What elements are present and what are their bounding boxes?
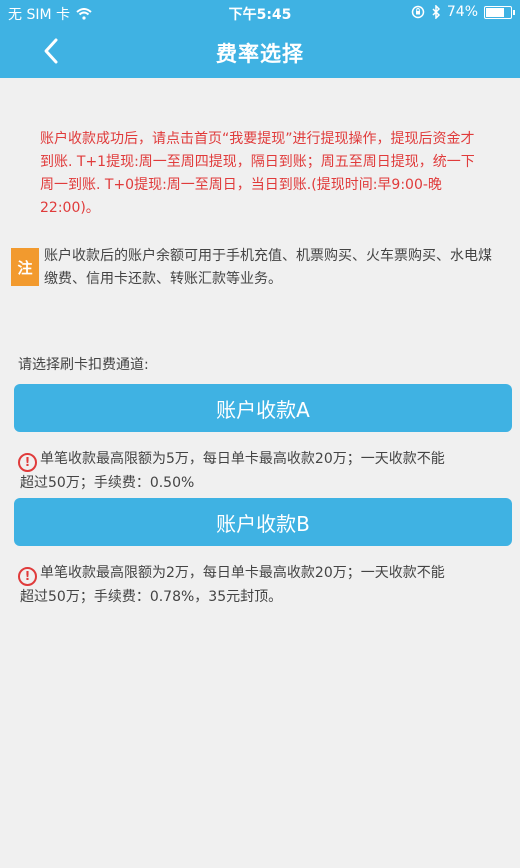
bluetooth-icon bbox=[432, 5, 440, 19]
channel-b-info-line1: 单笔收款最高限额为2万，每日单卡最高收款20万；一天收款不能 bbox=[40, 565, 445, 581]
channel-b-button[interactable]: 账户收款B bbox=[14, 498, 512, 546]
channel-a-info: ! 单笔收款最高限额为5万，每日单卡最高收款20万；一天收款不能 超过50万；手续… bbox=[18, 448, 498, 494]
note-tag: 注 bbox=[11, 248, 39, 286]
channel-a-button[interactable]: 账户收款A bbox=[14, 384, 512, 432]
channel-b-label: 账户收款B bbox=[216, 511, 310, 536]
channel-b-info-line2: 超过50万；手续费：0.78%，35元封顶。 bbox=[20, 589, 283, 605]
channel-a-label: 账户收款A bbox=[216, 397, 310, 422]
warning-icon: ! bbox=[18, 567, 37, 586]
battery-icon bbox=[484, 5, 515, 19]
note-text: 账户收款后的账户余额可用于手机充值、机票购买、火车票购买、水电煤缴费、信用卡还款… bbox=[44, 248, 492, 287]
nav-bar: 费率选择 bbox=[0, 24, 520, 78]
channel-a-info-line2: 超过50万；手续费：0.50% bbox=[20, 475, 195, 491]
choose-channel-label: 请选择刷卡扣费通道: bbox=[18, 357, 149, 373]
withdraw-notice: 账户收款成功后，请点击首页“我要提现”进行提现操作，提现后资金才到账. T+1提… bbox=[40, 131, 475, 216]
status-bar: 无 SIM 卡 下午5:45 74% bbox=[0, 0, 520, 24]
warning-icon: ! bbox=[18, 453, 37, 472]
battery-percent: 74% bbox=[446, 4, 478, 20]
orientation-lock-icon bbox=[411, 5, 425, 19]
battery-level bbox=[486, 7, 504, 17]
channel-b-info: ! 单笔收款最高限额为2万，每日单卡最高收款20万；一天收款不能 超过50万；手续… bbox=[18, 562, 498, 608]
page-title: 费率选择 bbox=[216, 42, 304, 66]
channel-a-info-line1: 单笔收款最高限额为5万，每日单卡最高收款20万；一天收款不能 bbox=[40, 451, 445, 467]
